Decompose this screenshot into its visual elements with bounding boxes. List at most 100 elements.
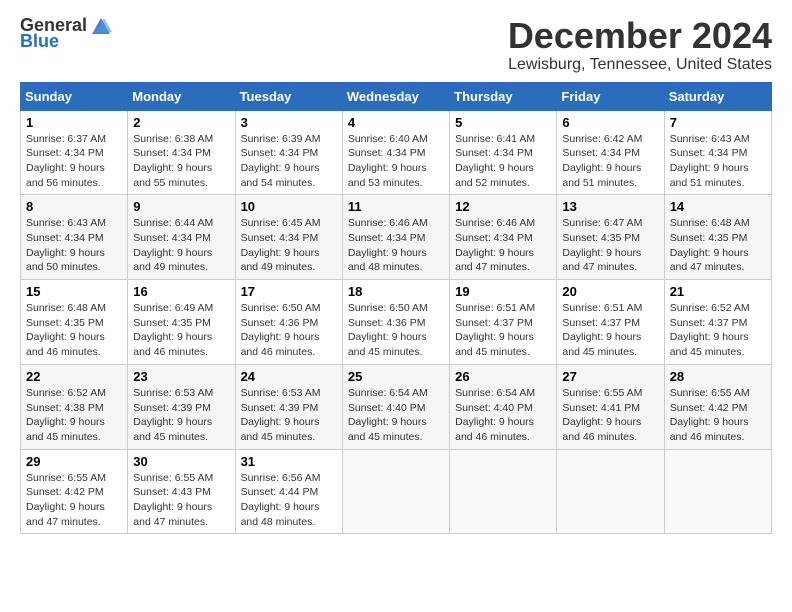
day-info: Sunrise: 6:53 AMSunset: 4:39 PMDaylight:… <box>133 386 229 445</box>
day-number: 17 <box>241 284 337 299</box>
day-info: Sunrise: 6:44 AMSunset: 4:34 PMDaylight:… <box>133 216 229 275</box>
day-info: Sunrise: 6:55 AMSunset: 4:42 PMDaylight:… <box>670 386 766 445</box>
day-info: Sunrise: 6:52 AMSunset: 4:38 PMDaylight:… <box>26 386 122 445</box>
calendar-week-1: 8 Sunrise: 6:43 AMSunset: 4:34 PMDaylight… <box>21 195 772 280</box>
calendar-cell: 25 Sunrise: 6:54 AMSunset: 4:40 PMDayligh… <box>342 364 449 449</box>
day-number: 25 <box>348 369 444 384</box>
day-number: 20 <box>562 284 658 299</box>
day-number: 26 <box>455 369 551 384</box>
day-number: 16 <box>133 284 229 299</box>
day-info: Sunrise: 6:54 AMSunset: 4:40 PMDaylight:… <box>348 386 444 445</box>
day-number: 5 <box>455 115 551 130</box>
calendar-cell: 6Sunrise: 6:42 AMSunset: 4:34 PMDaylight… <box>557 110 664 195</box>
calendar-cell: 16Sunrise: 6:49 AMSunset: 4:35 PMDayligh… <box>128 280 235 365</box>
day-info: Sunrise: 6:46 AMSunset: 4:34 PMDaylight:… <box>348 216 444 275</box>
calendar-cell: 24 Sunrise: 6:53 AMSunset: 4:39 PMDayligh… <box>235 364 342 449</box>
calendar-cell: 27Sunrise: 6:55 AMSunset: 4:41 PMDayligh… <box>557 364 664 449</box>
day-number: 24 <box>241 369 337 384</box>
calendar-cell: 7 Sunrise: 6:43 AMSunset: 4:34 PMDaylight… <box>664 110 771 195</box>
calendar-cell: 11 Sunrise: 6:46 AMSunset: 4:34 PMDayligh… <box>342 195 449 280</box>
location: Lewisburg, Tennessee, United States <box>508 56 772 74</box>
day-number: 6 <box>562 115 658 130</box>
col-wednesday: Wednesday <box>342 82 449 110</box>
calendar-cell: 8 Sunrise: 6:43 AMSunset: 4:34 PMDaylight… <box>21 195 128 280</box>
calendar-cell: 15 Sunrise: 6:48 AMSunset: 4:35 PMDayligh… <box>21 280 128 365</box>
day-number: 28 <box>670 369 766 384</box>
day-info: Sunrise: 6:47 AMSunset: 4:35 PMDaylight:… <box>562 216 658 275</box>
day-info: Sunrise: 6:48 AMSunset: 4:35 PMDaylight:… <box>26 301 122 360</box>
day-number: 30 <box>133 454 229 469</box>
day-number: 3 <box>241 115 337 130</box>
day-info: Sunrise: 6:37 AMSunset: 4:34 PMDaylight:… <box>26 132 122 191</box>
calendar-cell: 23 Sunrise: 6:53 AMSunset: 4:39 PMDayligh… <box>128 364 235 449</box>
day-number: 10 <box>241 199 337 214</box>
logo: General Blue <box>20 16 112 52</box>
calendar-week-2: 15 Sunrise: 6:48 AMSunset: 4:35 PMDayligh… <box>21 280 772 365</box>
calendar-cell: 28 Sunrise: 6:55 AMSunset: 4:42 PMDayligh… <box>664 364 771 449</box>
day-info: Sunrise: 6:53 AMSunset: 4:39 PMDaylight:… <box>241 386 337 445</box>
col-friday: Friday <box>557 82 664 110</box>
col-sunday: Sunday <box>21 82 128 110</box>
calendar-cell: 19 Sunrise: 6:51 AMSunset: 4:37 PMDayligh… <box>450 280 557 365</box>
calendar-cell <box>557 449 664 534</box>
calendar-cell: 5 Sunrise: 6:41 AMSunset: 4:34 PMDaylight… <box>450 110 557 195</box>
calendar-week-3: 22 Sunrise: 6:52 AMSunset: 4:38 PMDayligh… <box>21 364 772 449</box>
day-info: Sunrise: 6:43 AMSunset: 4:34 PMDaylight:… <box>670 132 766 191</box>
day-info: Sunrise: 6:38 AMSunset: 4:34 PMDaylight:… <box>133 132 229 191</box>
calendar-cell <box>450 449 557 534</box>
day-number: 27 <box>562 369 658 384</box>
calendar-cell <box>664 449 771 534</box>
logo-blue: Blue <box>20 32 59 52</box>
day-number: 8 <box>26 199 122 214</box>
day-info: Sunrise: 6:46 AMSunset: 4:34 PMDaylight:… <box>455 216 551 275</box>
calendar-cell: 12 Sunrise: 6:46 AMSunset: 4:34 PMDayligh… <box>450 195 557 280</box>
day-info: Sunrise: 6:56 AMSunset: 4:44 PMDaylight:… <box>241 471 337 530</box>
day-number: 13 <box>562 199 658 214</box>
col-thursday: Thursday <box>450 82 557 110</box>
day-number: 11 <box>348 199 444 214</box>
calendar-cell: 31 Sunrise: 6:56 AMSunset: 4:44 PMDayligh… <box>235 449 342 534</box>
title-area: December 2024 Lewisburg, Tennessee, Unit… <box>508 16 772 74</box>
col-monday: Monday <box>128 82 235 110</box>
logo-icon <box>90 16 112 36</box>
day-number: 12 <box>455 199 551 214</box>
col-tuesday: Tuesday <box>235 82 342 110</box>
day-number: 22 <box>26 369 122 384</box>
day-number: 2 <box>133 115 229 130</box>
calendar-week-4: 29 Sunrise: 6:55 AMSunset: 4:42 PMDayligh… <box>21 449 772 534</box>
calendar-cell: 30 Sunrise: 6:55 AMSunset: 4:43 PMDayligh… <box>128 449 235 534</box>
calendar-cell: 22 Sunrise: 6:52 AMSunset: 4:38 PMDayligh… <box>21 364 128 449</box>
day-info: Sunrise: 6:51 AMSunset: 4:37 PMDaylight:… <box>455 301 551 360</box>
day-number: 1 <box>26 115 122 130</box>
calendar-cell: 18Sunrise: 6:50 AMSunset: 4:36 PMDayligh… <box>342 280 449 365</box>
day-number: 31 <box>241 454 337 469</box>
day-number: 21 <box>670 284 766 299</box>
calendar-cell <box>342 449 449 534</box>
day-number: 29 <box>26 454 122 469</box>
calendar-cell: 13 Sunrise: 6:47 AMSunset: 4:35 PMDayligh… <box>557 195 664 280</box>
day-number: 23 <box>133 369 229 384</box>
day-info: Sunrise: 6:55 AMSunset: 4:43 PMDaylight:… <box>133 471 229 530</box>
day-info: Sunrise: 6:43 AMSunset: 4:34 PMDaylight:… <box>26 216 122 275</box>
header: General Blue December 2024 Lewisburg, Te… <box>20 16 772 74</box>
calendar-table: Sunday Monday Tuesday Wednesday Thursday… <box>20 82 772 535</box>
calendar-week-0: 1 Sunrise: 6:37 AMSunset: 4:34 PMDaylight… <box>21 110 772 195</box>
day-info: Sunrise: 6:39 AMSunset: 4:34 PMDaylight:… <box>241 132 337 191</box>
day-info: Sunrise: 6:41 AMSunset: 4:34 PMDaylight:… <box>455 132 551 191</box>
day-number: 19 <box>455 284 551 299</box>
day-info: Sunrise: 6:54 AMSunset: 4:40 PMDaylight:… <box>455 386 551 445</box>
day-number: 15 <box>26 284 122 299</box>
day-info: Sunrise: 6:55 AMSunset: 4:42 PMDaylight:… <box>26 471 122 530</box>
day-number: 4 <box>348 115 444 130</box>
calendar-cell: 29 Sunrise: 6:55 AMSunset: 4:42 PMDayligh… <box>21 449 128 534</box>
day-info: Sunrise: 6:51 AMSunset: 4:37 PMDaylight:… <box>562 301 658 360</box>
calendar-cell: 14Sunrise: 6:48 AMSunset: 4:35 PMDayligh… <box>664 195 771 280</box>
day-info: Sunrise: 6:48 AMSunset: 4:35 PMDaylight:… <box>670 216 766 275</box>
calendar-cell: 17Sunrise: 6:50 AMSunset: 4:36 PMDayligh… <box>235 280 342 365</box>
month-title: December 2024 <box>508 16 772 56</box>
day-info: Sunrise: 6:50 AMSunset: 4:36 PMDaylight:… <box>348 301 444 360</box>
calendar-cell: 20 Sunrise: 6:51 AMSunset: 4:37 PMDayligh… <box>557 280 664 365</box>
calendar-cell: 4Sunrise: 6:40 AMSunset: 4:34 PMDaylight… <box>342 110 449 195</box>
calendar-cell: 3 Sunrise: 6:39 AMSunset: 4:34 PMDaylight… <box>235 110 342 195</box>
day-number: 7 <box>670 115 766 130</box>
